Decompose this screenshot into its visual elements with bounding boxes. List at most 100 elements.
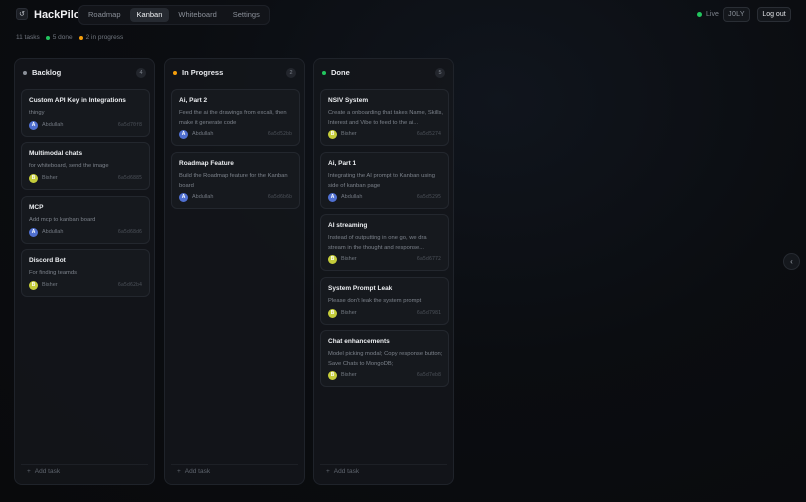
task-card[interactable]: Discord Bot For finding teamds B Bisher 6a5d… bbox=[21, 249, 150, 297]
live-indicator: Live bbox=[697, 11, 719, 18]
app-title: HackPilot bbox=[34, 9, 85, 21]
logout-button[interactable]: Log out bbox=[757, 7, 791, 22]
task-author: Abdullah bbox=[192, 194, 214, 200]
task-card[interactable]: Roadmap Feature Build the Roadmap feature… bbox=[171, 152, 300, 209]
avatar: B bbox=[328, 130, 337, 139]
task-card[interactable]: Custom API Key in Integrations thingy A Abd… bbox=[21, 89, 150, 137]
avatar: B bbox=[328, 371, 337, 380]
plus-icon: + bbox=[177, 468, 181, 475]
task-footer: A Abdullah 6a5d70f8 bbox=[29, 121, 142, 130]
avatar: B bbox=[328, 255, 337, 264]
avatar: B bbox=[29, 174, 38, 183]
task-id: 6a5d7eb8 bbox=[416, 372, 441, 378]
task-author: Bisher bbox=[341, 372, 357, 378]
task-id: 6a5d52bb bbox=[267, 131, 292, 137]
task-description: Create a onboarding that takes Name, Ski… bbox=[328, 110, 444, 126]
task-author: Abdullah bbox=[192, 131, 214, 137]
task-footer: B Bisher 6a5d6772 bbox=[328, 255, 441, 264]
tab-roadmap[interactable]: Roadmap bbox=[81, 8, 128, 22]
avatar: A bbox=[29, 121, 38, 130]
task-author: Abdullah bbox=[42, 122, 64, 128]
project-code-button[interactable]: J0LY bbox=[723, 7, 750, 22]
task-card[interactable]: MCP Add mcp to kanban board A Abdullah 6a5d6… bbox=[21, 196, 150, 244]
nav-tabs: Roadmap Kanban Whiteboard Settings bbox=[78, 5, 270, 25]
task-description: For finding teamds bbox=[29, 270, 78, 276]
total-tasks-stat: 11 tasks bbox=[16, 34, 40, 41]
column-count-badge: 2 bbox=[286, 68, 296, 78]
task-title: Chat enhancements bbox=[328, 338, 390, 345]
tab-kanban[interactable]: Kanban bbox=[129, 8, 170, 22]
task-title: Multimodal chats bbox=[29, 150, 83, 157]
task-id: 6a5d70f8 bbox=[117, 122, 142, 128]
avatar: A bbox=[29, 228, 38, 237]
task-author: Bisher bbox=[341, 256, 357, 262]
task-footer: B Bisher 6a5d6885 bbox=[29, 174, 142, 183]
task-title: Discord Bot bbox=[29, 257, 66, 264]
task-card[interactable]: System Prompt Leak Please don't leak the … bbox=[320, 277, 449, 325]
task-footer: A Abdullah 6a5d5295 bbox=[328, 193, 441, 202]
task-description: Build the Roadmap feature for the Kanban… bbox=[179, 173, 288, 189]
task-card[interactable]: Ai, Part 2 Feed the ai the drawings from … bbox=[171, 89, 300, 146]
task-author: Bisher bbox=[42, 175, 58, 181]
task-id: 6a5d5295 bbox=[416, 194, 441, 200]
avatar: A bbox=[328, 193, 337, 202]
add-task-button[interactable]: + Add task bbox=[171, 464, 298, 478]
task-author: Abdullah bbox=[341, 194, 363, 200]
plus-icon: + bbox=[27, 468, 31, 475]
task-id: 6a5d62b4 bbox=[117, 282, 142, 288]
done-stat: 5 done bbox=[45, 34, 73, 41]
task-author: Bisher bbox=[341, 131, 357, 137]
avatar: A bbox=[179, 193, 188, 202]
add-task-button[interactable]: + Add task bbox=[320, 464, 447, 478]
tab-settings[interactable]: Settings bbox=[226, 8, 267, 22]
add-task-button[interactable]: + Add task bbox=[21, 464, 148, 478]
task-title: Custom API Key in Integrations bbox=[29, 97, 126, 104]
task-description: Add mcp to kanban board bbox=[29, 217, 96, 223]
task-author: Bisher bbox=[341, 310, 357, 316]
avatar: B bbox=[328, 309, 337, 318]
column-count-badge: 5 bbox=[435, 68, 445, 78]
column-title: Done bbox=[331, 68, 350, 77]
task-description: Model picking modal; Copy response butto… bbox=[328, 351, 443, 367]
task-footer: A Abdullah 6a5d6b6b bbox=[179, 193, 292, 202]
task-title: AI streaming bbox=[328, 222, 368, 229]
in-progress-stat-label: 2 in progress bbox=[85, 34, 124, 41]
chevron-left-icon[interactable]: ‹ bbox=[783, 253, 800, 270]
logo-icon[interactable]: ↺ bbox=[16, 8, 28, 20]
task-id: 6a5d68d6 bbox=[117, 229, 142, 235]
task-card[interactable]: Ai, Part 1 Integrating the AI prompt to K… bbox=[320, 152, 449, 209]
top-bar: ↺ HackPilot Roadmap Kanban Whiteboard Se… bbox=[0, 0, 806, 30]
status-dot-icon bbox=[173, 70, 177, 75]
task-description: for whiteboard, send the image bbox=[29, 163, 109, 169]
task-title: MCP bbox=[29, 204, 44, 211]
column-count-badge: 4 bbox=[136, 68, 146, 78]
task-card[interactable]: AI streaming Instead of outputting in one… bbox=[320, 214, 449, 271]
add-task-label: Add task bbox=[34, 468, 61, 475]
task-description: Integrating the AI prompt to Kanban usin… bbox=[328, 173, 435, 189]
task-id: 6a5d6b6b bbox=[267, 194, 292, 200]
task-card[interactable]: NSIV System Create a onboarding that take… bbox=[320, 89, 449, 146]
tab-whiteboard[interactable]: Whiteboard bbox=[171, 8, 223, 22]
task-card[interactable]: Multimodal chats for whiteboard, send the… bbox=[21, 142, 150, 190]
task-id: 6a5d5274 bbox=[416, 131, 441, 137]
in-progress-dot-icon bbox=[78, 35, 83, 40]
task-description: Instead of outputting in one go, we dra … bbox=[328, 235, 427, 251]
task-title: System Prompt Leak bbox=[328, 285, 393, 292]
task-card[interactable]: Chat enhancements Model picking modal; Co… bbox=[320, 330, 449, 387]
column-done: Done 5 NSIV System Create a onboarding that… bbox=[313, 58, 454, 485]
task-id: 6a5d6885 bbox=[117, 175, 142, 181]
task-author: Bisher bbox=[42, 282, 58, 288]
add-task-label: Add task bbox=[333, 468, 360, 475]
status-dot-icon bbox=[23, 70, 27, 75]
task-footer: A Abdullah 6a5d52bb bbox=[179, 130, 292, 139]
avatar: A bbox=[179, 130, 188, 139]
column-title: In Progress bbox=[182, 68, 224, 77]
task-title: Ai, Part 2 bbox=[179, 97, 208, 104]
task-id: 6a5d7981 bbox=[416, 310, 441, 316]
task-stats: 11 tasks 5 done 2 in progress bbox=[16, 34, 123, 41]
plus-icon: + bbox=[326, 468, 330, 475]
task-footer: B Bisher 6a5d7eb8 bbox=[328, 371, 441, 380]
column-header: Done bbox=[322, 68, 350, 77]
task-title: Roadmap Feature bbox=[179, 160, 234, 167]
task-description: thingy bbox=[29, 110, 45, 116]
